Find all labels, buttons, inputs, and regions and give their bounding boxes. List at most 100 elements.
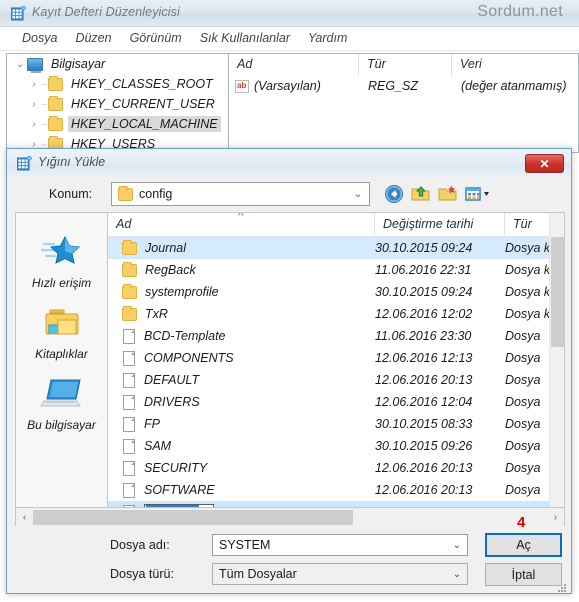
scroll-right-icon[interactable]: › — [547, 512, 564, 523]
tree-item-bilgisayar[interactable]: ⌄ Bilgisayar — [7, 54, 228, 74]
filetype-select[interactable]: Tüm Dosyalar ⌄ — [212, 563, 468, 585]
filetype-label: Dosya türü: — [110, 567, 174, 581]
menu-item-sik-kullanilanlar[interactable]: Sık Kullanılanlar — [191, 27, 299, 49]
scroll-left-icon[interactable]: ‹ — [16, 512, 33, 523]
column-header-tur[interactable]: Tür — [359, 54, 452, 76]
table-row[interactable]: SOFTWARE 12.06.2016 20:13 Dosya — [108, 479, 564, 501]
value-type: REG_SZ — [368, 79, 419, 93]
registry-value-columns: Ad Tür Veri — [229, 54, 578, 76]
filename-label: Dosya adı: — [110, 538, 170, 552]
place-label: Kitaplıklar — [35, 347, 88, 361]
chevron-down-icon[interactable]: ⌄ — [447, 540, 467, 551]
scrollbar-thumb[interactable] — [33, 509, 353, 525]
folder-icon — [48, 115, 63, 131]
table-row-selected[interactable]: SYSTEM 3 12.06.2016 20:13 Dosya — [108, 501, 564, 507]
folder-icon — [48, 95, 63, 111]
file-rows: Journal 30.10.2015 09:24 Dosya kla RegBa… — [108, 237, 564, 507]
tree-connector: ·· — [41, 79, 48, 89]
tree-item-hkey-current-user[interactable]: › ·· HKEY_CURRENT_USER — [7, 94, 228, 114]
registry-grid-icon — [10, 5, 26, 21]
menu-bar: Dosya Düzen Görünüm Sık Kullanılanlar Ya… — [0, 27, 579, 51]
registry-value-row[interactable]: ab (Varsayılan) REG_SZ (değer atanmamış) — [229, 76, 578, 96]
annotation-step-4: 4 — [517, 514, 526, 531]
file-name: DRIVERS — [144, 395, 200, 409]
close-icon[interactable]: ✕ — [525, 154, 564, 173]
table-row[interactable]: DEFAULT 12.06.2016 20:13 Dosya — [108, 369, 564, 391]
filename-input[interactable]: SYSTEM ⌄ — [212, 534, 468, 556]
table-row[interactable]: Journal 30.10.2015 09:24 Dosya kla — [108, 237, 564, 259]
back-icon[interactable] — [384, 184, 404, 204]
dialog-navbar: Konum: config ⌄ — [7, 178, 571, 212]
place-label: Bu bilgisayar — [27, 418, 96, 432]
file-date: 30.10.2015 09:24 — [375, 241, 473, 255]
file-icon — [123, 350, 135, 366]
column-header-degistirme-tarihi[interactable]: Değiştirme tarihi — [375, 213, 505, 236]
folder-icon — [122, 261, 137, 277]
tree-item-label: HKEY_CURRENT_USER — [71, 97, 215, 111]
table-row[interactable]: RegBack 11.06.2016 22:31 Dosya kla — [108, 259, 564, 281]
tree-item-hkey-classes-root[interactable]: › ·· HKEY_CLASSES_ROOT — [7, 74, 228, 94]
place-quick-access[interactable]: Hızlı erişim — [16, 235, 107, 290]
views-icon[interactable] — [464, 184, 494, 204]
cancel-button[interactable]: İptal — [485, 563, 562, 586]
file-icon — [123, 394, 135, 410]
chevron-right-icon[interactable]: › — [27, 119, 41, 130]
file-name: Journal — [145, 241, 186, 255]
file-list-vertical-scrollbar[interactable] — [549, 213, 564, 507]
scrollbar-track[interactable] — [33, 509, 547, 525]
table-row[interactable]: COMPONENTS 12.06.2016 12:13 Dosya — [108, 347, 564, 369]
open-button[interactable]: Aç — [485, 533, 562, 557]
file-list-horizontal-scrollbar[interactable]: ‹ › — [15, 508, 565, 526]
up-folder-icon[interactable] — [411, 184, 431, 204]
file-icon — [123, 482, 135, 498]
table-row[interactable]: DRIVERS 12.06.2016 12:04 Dosya — [108, 391, 564, 413]
chevron-down-icon[interactable]: ⌄ — [447, 569, 467, 580]
location-combobox[interactable]: config ⌄ — [111, 182, 370, 206]
menu-item-gorunum[interactable]: Görünüm — [121, 27, 191, 49]
table-row[interactable]: FP 30.10.2015 08:33 Dosya — [108, 413, 564, 435]
tree-connector: ·· — [41, 99, 48, 109]
chevron-right-icon[interactable]: › — [27, 99, 41, 110]
place-libraries[interactable]: Kitaplıklar — [16, 306, 107, 361]
column-header-ad[interactable]: Ad — [229, 54, 359, 76]
new-folder-icon[interactable] — [438, 184, 458, 204]
file-date: 30.10.2015 09:26 — [375, 439, 473, 453]
folder-icon — [118, 185, 133, 201]
file-date: 12.06.2016 20:13 — [375, 483, 473, 497]
chevron-right-icon[interactable]: › — [27, 79, 41, 90]
menu-item-yardim[interactable]: Yardım — [299, 27, 356, 49]
column-header-ad[interactable]: Ad ^ — [108, 213, 375, 236]
watermark: Sordum.net — [477, 3, 563, 20]
chevron-down-icon[interactable]: ⌄ — [13, 59, 27, 70]
computer-icon — [27, 57, 43, 73]
table-row[interactable]: TxR 12.06.2016 12:02 Dosya kla — [108, 303, 564, 325]
table-row[interactable]: BCD-Template 11.06.2016 23:30 Dosya — [108, 325, 564, 347]
file-name: COMPONENTS — [144, 351, 234, 365]
registry-value-list[interactable]: Ad Tür Veri ab (Varsayılan) REG_SZ (değe… — [228, 53, 579, 153]
file-date: 12.06.2016 20:13 — [375, 373, 473, 387]
table-row[interactable]: SECURITY 12.06.2016 20:13 Dosya — [108, 457, 564, 479]
ab-string-icon: ab — [235, 79, 249, 93]
column-header-veri[interactable]: Veri — [452, 54, 578, 76]
chevron-down-icon[interactable]: ⌄ — [347, 189, 369, 200]
resize-grip[interactable] — [558, 582, 568, 592]
table-row[interactable]: systemprofile 30.10.2015 09:24 Dosya kla — [108, 281, 564, 303]
file-icon — [123, 460, 135, 476]
sort-ascending-icon: ^ — [238, 212, 244, 222]
registry-tree[interactable]: ⌄ Bilgisayar › ·· HKEY_CLASSES_ROOT › ··… — [6, 53, 228, 153]
place-this-pc[interactable]: Bu bilgisayar — [16, 377, 107, 432]
menu-item-duzen[interactable]: Düzen — [66, 27, 120, 49]
this-pc-icon — [39, 379, 81, 407]
scrollbar-thumb[interactable] — [551, 237, 564, 347]
table-row[interactable]: SAM 30.10.2015 09:26 Dosya — [108, 435, 564, 457]
folder-icon — [48, 75, 63, 91]
load-hive-dialog: Yığını Yükle ✕ Konum: config ⌄ Hızlı eri… — [6, 148, 572, 594]
file-date: 12.06.2016 20:13 — [375, 461, 473, 475]
tree-item-hkey-local-machine[interactable]: › ·· HKEY_LOCAL_MACHINE — [7, 114, 228, 134]
window-title: Kayıt Defteri Düzenleyicisi — [32, 5, 180, 19]
file-list[interactable]: Ad ^ Değiştirme tarihi Tür Journal 30.10… — [107, 212, 565, 508]
value-data: (değer atanmamış) — [461, 79, 567, 93]
folder-icon — [122, 305, 137, 321]
menu-item-dosya[interactable]: Dosya — [13, 27, 66, 49]
file-icon — [123, 438, 135, 454]
